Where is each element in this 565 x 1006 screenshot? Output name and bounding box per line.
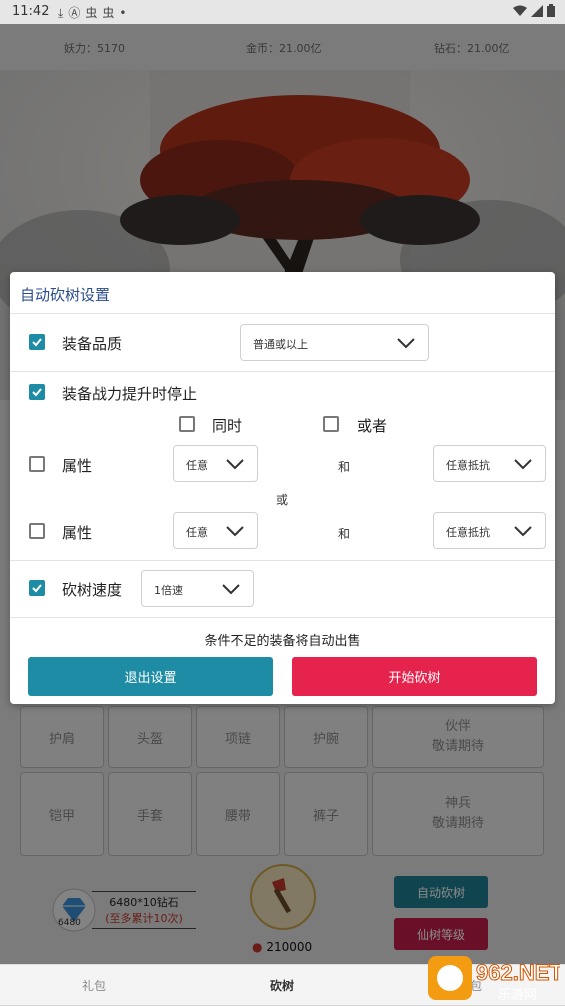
download-icon: ⤓ bbox=[58, 6, 69, 20]
chevron-down-icon bbox=[222, 584, 240, 595]
resist1-dropdown[interactable]: 任意抵抗 bbox=[433, 445, 546, 482]
chevron-down-icon bbox=[226, 459, 244, 470]
auto-chop-settings-dialog: 自动砍树设置 装备品质 普通或以上 装备战力提升时停止 同时 或者 属性 任意 … bbox=[10, 272, 555, 704]
signal-icon bbox=[531, 5, 544, 17]
and-label: 和 bbox=[338, 460, 351, 474]
quality-checkbox[interactable] bbox=[29, 334, 45, 350]
watermark-logo: 962.NET 乐游网 bbox=[428, 952, 564, 1003]
chevron-down-icon bbox=[226, 526, 244, 537]
chevron-down-icon bbox=[514, 526, 532, 537]
quality-label: 装备品质 bbox=[62, 335, 123, 353]
exit-settings-button[interactable]: 退出设置 bbox=[28, 657, 273, 696]
bug-icon: 虫 bbox=[85, 6, 103, 20]
chevron-down-icon bbox=[514, 459, 532, 470]
tab-chop[interactable]: 砍树 bbox=[270, 977, 294, 994]
or-checkbox[interactable] bbox=[323, 416, 339, 432]
clock: 11:42 bbox=[12, 4, 50, 19]
stop-on-upgrade-checkbox[interactable] bbox=[29, 384, 45, 400]
same-time-label: 同时 bbox=[212, 417, 243, 435]
quality-value: 普通或以上 bbox=[253, 338, 308, 351]
tab-gift[interactable]: 礼包 bbox=[82, 977, 106, 994]
speed-checkbox[interactable] bbox=[29, 580, 45, 596]
quality-dropdown[interactable]: 普通或以上 bbox=[240, 324, 429, 361]
dot-icon: • bbox=[119, 6, 132, 20]
start-chop-button[interactable]: 开始砍树 bbox=[292, 657, 537, 696]
wifi-icon bbox=[513, 5, 528, 16]
attr2-dropdown[interactable]: 任意 bbox=[173, 512, 258, 549]
or-separator: 或 bbox=[276, 493, 289, 507]
speed-dropdown[interactable]: 1倍速 bbox=[141, 570, 254, 607]
bug-icon: 虫 bbox=[102, 6, 120, 20]
auto-sell-note: 条件不足的装备将自动出售 bbox=[204, 634, 361, 649]
divider bbox=[10, 560, 555, 561]
chevron-down-icon bbox=[397, 338, 415, 349]
or-label: 或者 bbox=[357, 417, 388, 435]
svg-text:962.NET: 962.NET bbox=[476, 960, 560, 985]
resist2-dropdown[interactable]: 任意抵抗 bbox=[433, 512, 546, 549]
attr2-label: 属性 bbox=[62, 524, 93, 542]
speed-label: 砍树速度 bbox=[62, 581, 123, 599]
check-icon bbox=[32, 338, 42, 347]
svg-text:乐游网: 乐游网 bbox=[498, 988, 537, 1002]
attr2-checkbox[interactable] bbox=[29, 523, 45, 539]
speed-value: 1倍速 bbox=[154, 584, 183, 597]
check-icon bbox=[32, 388, 42, 397]
resist2-value: 任意抵抗 bbox=[446, 526, 490, 539]
battery-icon bbox=[547, 4, 555, 17]
status-bar: 11:42 ⤓Ⓐ虫虫• bbox=[0, 0, 565, 24]
same-time-checkbox[interactable] bbox=[179, 416, 195, 432]
divider bbox=[10, 371, 555, 372]
attr1-dropdown[interactable]: 任意 bbox=[173, 445, 258, 482]
resist1-value: 任意抵抗 bbox=[446, 459, 490, 472]
dialog-title: 自动砍树设置 bbox=[20, 286, 111, 304]
system-icons bbox=[513, 4, 555, 20]
attr1-label: 属性 bbox=[62, 457, 93, 475]
and-label: 和 bbox=[338, 527, 351, 541]
divider bbox=[10, 617, 555, 618]
attr1-checkbox[interactable] bbox=[29, 456, 45, 472]
attr1-value: 任意 bbox=[186, 459, 208, 472]
a-icon: Ⓐ bbox=[68, 6, 86, 20]
notification-icons: ⤓Ⓐ虫虫• bbox=[58, 4, 131, 21]
stop-on-upgrade-label: 装备战力提升时停止 bbox=[62, 385, 198, 403]
check-icon bbox=[32, 584, 42, 593]
divider bbox=[10, 313, 555, 314]
attr2-value: 任意 bbox=[186, 526, 208, 539]
